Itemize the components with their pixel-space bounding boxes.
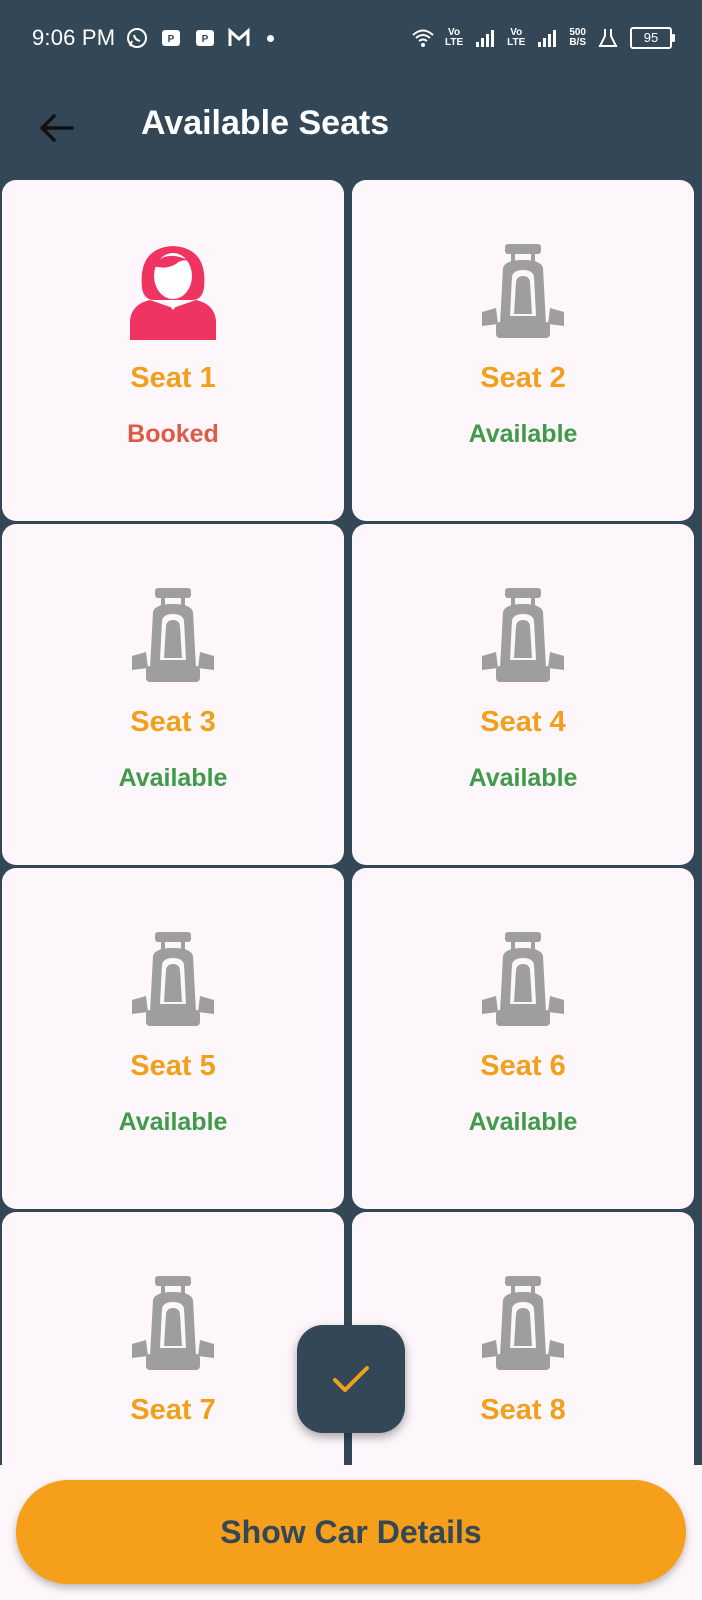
car-seat-icon — [482, 588, 564, 682]
page-title: Available Seats — [141, 104, 390, 142]
person-icon — [130, 246, 216, 340]
seat-card[interactable]: Seat 7 — [2, 1212, 344, 1465]
seat-card[interactable]: Seat 1 Booked — [2, 180, 344, 521]
car-seat-icon — [132, 1276, 214, 1370]
seat-status: Available — [468, 764, 578, 792]
seat-name: Seat 3 — [130, 706, 216, 738]
volte-label: Vo LTE — [445, 27, 464, 48]
show-car-details-button[interactable]: Show Car Details — [16, 1480, 686, 1584]
svg-text:P: P — [202, 34, 209, 45]
net-speed: 500 B/S — [569, 27, 586, 48]
status-bar: 9:06 PM P P Vo LTE Vo LTE 500 B/S 95 — [0, 0, 702, 76]
seat-card[interactable]: Seat 6 Available — [352, 868, 694, 1209]
volte-label: Vo LTE — [507, 27, 526, 48]
status-time: 9:06 PM — [32, 25, 116, 50]
arrow-left-icon — [40, 114, 74, 142]
seat-status: Available — [468, 1108, 578, 1136]
notification-dot-icon — [267, 34, 275, 42]
seat-card[interactable]: Seat 5 Available — [2, 868, 344, 1209]
seat-card[interactable]: Seat 8 — [352, 1212, 694, 1465]
seat-card[interactable]: Seat 4 Available — [352, 524, 694, 865]
seat-card[interactable]: Seat 3 Available — [2, 524, 344, 865]
paytm-icon: P — [162, 30, 181, 46]
seat-name: Seat 6 — [480, 1050, 566, 1082]
svg-text:P: P — [168, 34, 175, 45]
seat-status: Booked — [127, 420, 219, 448]
signal-icon — [538, 30, 557, 47]
car-seat-icon — [482, 1276, 564, 1370]
seat-name: Seat 5 — [130, 1050, 216, 1082]
battery-icon: 95 — [630, 27, 675, 49]
gmail-icon — [228, 27, 250, 46]
seat-name: Seat 1 — [130, 362, 216, 394]
seat-name: Seat 4 — [480, 706, 566, 738]
seat-card[interactable]: Seat 2 Available — [352, 180, 694, 521]
app-bar: Available Seats — [0, 76, 702, 180]
confirm-fab-button[interactable] — [297, 1325, 405, 1433]
signal-icon — [476, 30, 495, 47]
back-button[interactable] — [26, 98, 86, 158]
seat-name: Seat 2 — [480, 362, 566, 394]
seat-status: Available — [118, 1108, 228, 1136]
check-icon — [333, 1366, 369, 1392]
whatsapp-icon — [127, 28, 148, 48]
seat-name: Seat 7 — [130, 1394, 216, 1426]
car-seat-icon — [132, 588, 214, 682]
flask-icon — [598, 29, 618, 47]
seat-status: Available — [118, 764, 228, 792]
car-seat-icon — [482, 932, 564, 1026]
car-seat-icon — [482, 244, 564, 338]
wifi-icon — [412, 29, 434, 47]
paytm-icon: P — [196, 30, 215, 46]
seat-grid: Seat 1 Booked Seat 2 Available Seat 3 Av… — [0, 180, 702, 1465]
seat-status: Available — [468, 420, 578, 448]
car-seat-icon — [132, 932, 214, 1026]
